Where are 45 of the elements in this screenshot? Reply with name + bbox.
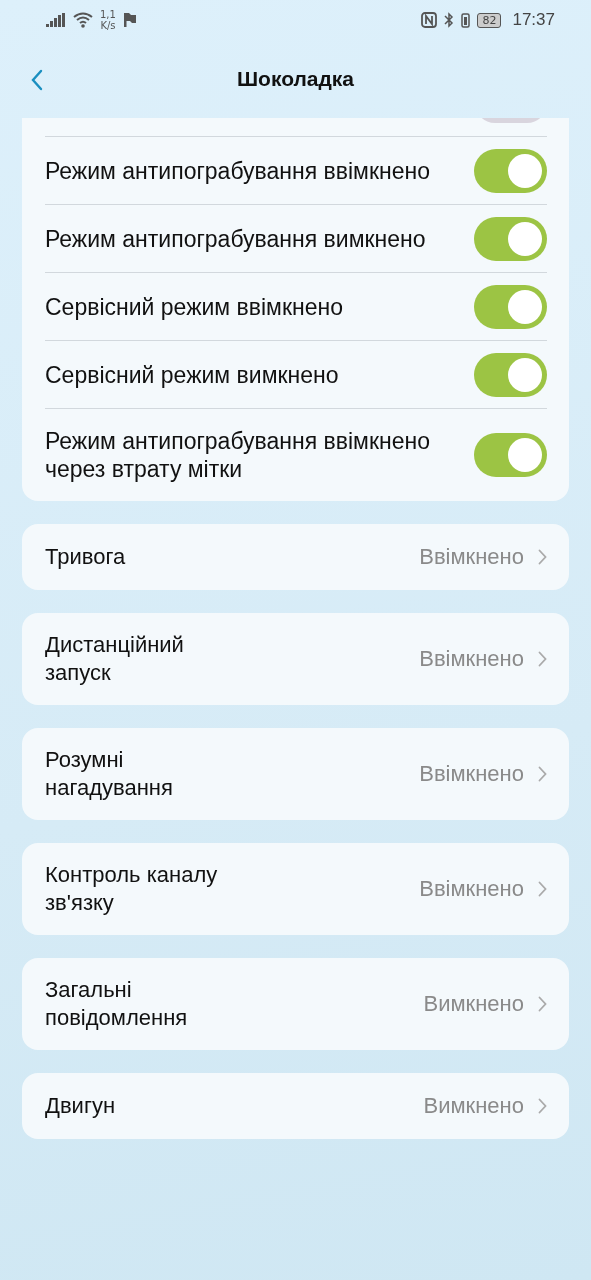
chevron-right-icon xyxy=(538,1098,547,1114)
chevron-right-icon xyxy=(538,881,547,897)
setting-row[interactable]: Загальні повідомлення Вимкнено xyxy=(22,958,569,1050)
setting-label: Режим антипограбування ввімкнено через втрату мітки xyxy=(45,427,431,483)
toggle-switch[interactable] xyxy=(474,433,547,477)
setting-row[interactable]: Тривога Ввімкнено xyxy=(22,524,569,590)
toggle-switch[interactable] xyxy=(474,216,547,261)
setting-row[interactable]: Контроль каналу зв'язку Ввімкнено xyxy=(22,843,569,935)
battery-indicator: 82 xyxy=(477,12,502,28)
speed-value: 1,1 xyxy=(100,9,116,20)
setting-label: Дистанційний запуск xyxy=(45,631,185,687)
signal-icon xyxy=(46,13,66,27)
battery-saver-icon xyxy=(461,12,471,28)
toggle-switch[interactable] xyxy=(474,148,547,193)
toggle-switch[interactable] xyxy=(474,352,547,397)
setting-label: Сервісний режим ввімкнено xyxy=(45,292,343,321)
setting-label: Режим антипограбування вимкнено xyxy=(45,224,426,253)
setting-value: Ввімкнено xyxy=(419,761,524,787)
bluetooth-icon xyxy=(444,12,455,28)
setting-label: Розумні нагадування xyxy=(45,746,174,802)
chevron-right-icon xyxy=(538,549,547,565)
setting-row[interactable]: Двигун Вимкнено xyxy=(22,1073,569,1139)
chevron-right-icon xyxy=(538,766,547,782)
setting-row[interactable]: Розумні нагадування Ввімкнено xyxy=(22,728,569,820)
setting-value: Вимкнено xyxy=(423,991,524,1017)
setting-label: Загальні повідомлення xyxy=(45,976,189,1032)
setting-value: Ввімкнено xyxy=(419,876,524,902)
setting-label: Двигун xyxy=(45,1092,117,1120)
toggle-switch[interactable] xyxy=(474,284,547,329)
setting-label: Контроль каналу зв'язку xyxy=(45,861,219,917)
setting-label: Тривога xyxy=(45,543,127,571)
clock-time: 17:37 xyxy=(512,10,555,30)
wifi-icon xyxy=(73,12,93,28)
flag-icon xyxy=(122,12,137,28)
setting-row[interactable]: Дистанційний запуск Ввімкнено xyxy=(22,613,569,705)
chevron-right-icon xyxy=(538,651,547,667)
setting-value: Ввімкнено xyxy=(419,544,524,570)
setting-label: Режим антипограбування ввімкнено xyxy=(45,156,430,185)
nfc-icon xyxy=(421,12,438,28)
speed-unit: K/s xyxy=(100,20,116,31)
chevron-right-icon xyxy=(538,996,547,1012)
setting-value: Вимкнено xyxy=(423,1093,524,1119)
page-title: Шоколадка xyxy=(237,67,354,91)
setting-label: Сервісний режим вимкнено xyxy=(45,360,339,389)
setting-value: Ввімкнено xyxy=(419,646,524,672)
